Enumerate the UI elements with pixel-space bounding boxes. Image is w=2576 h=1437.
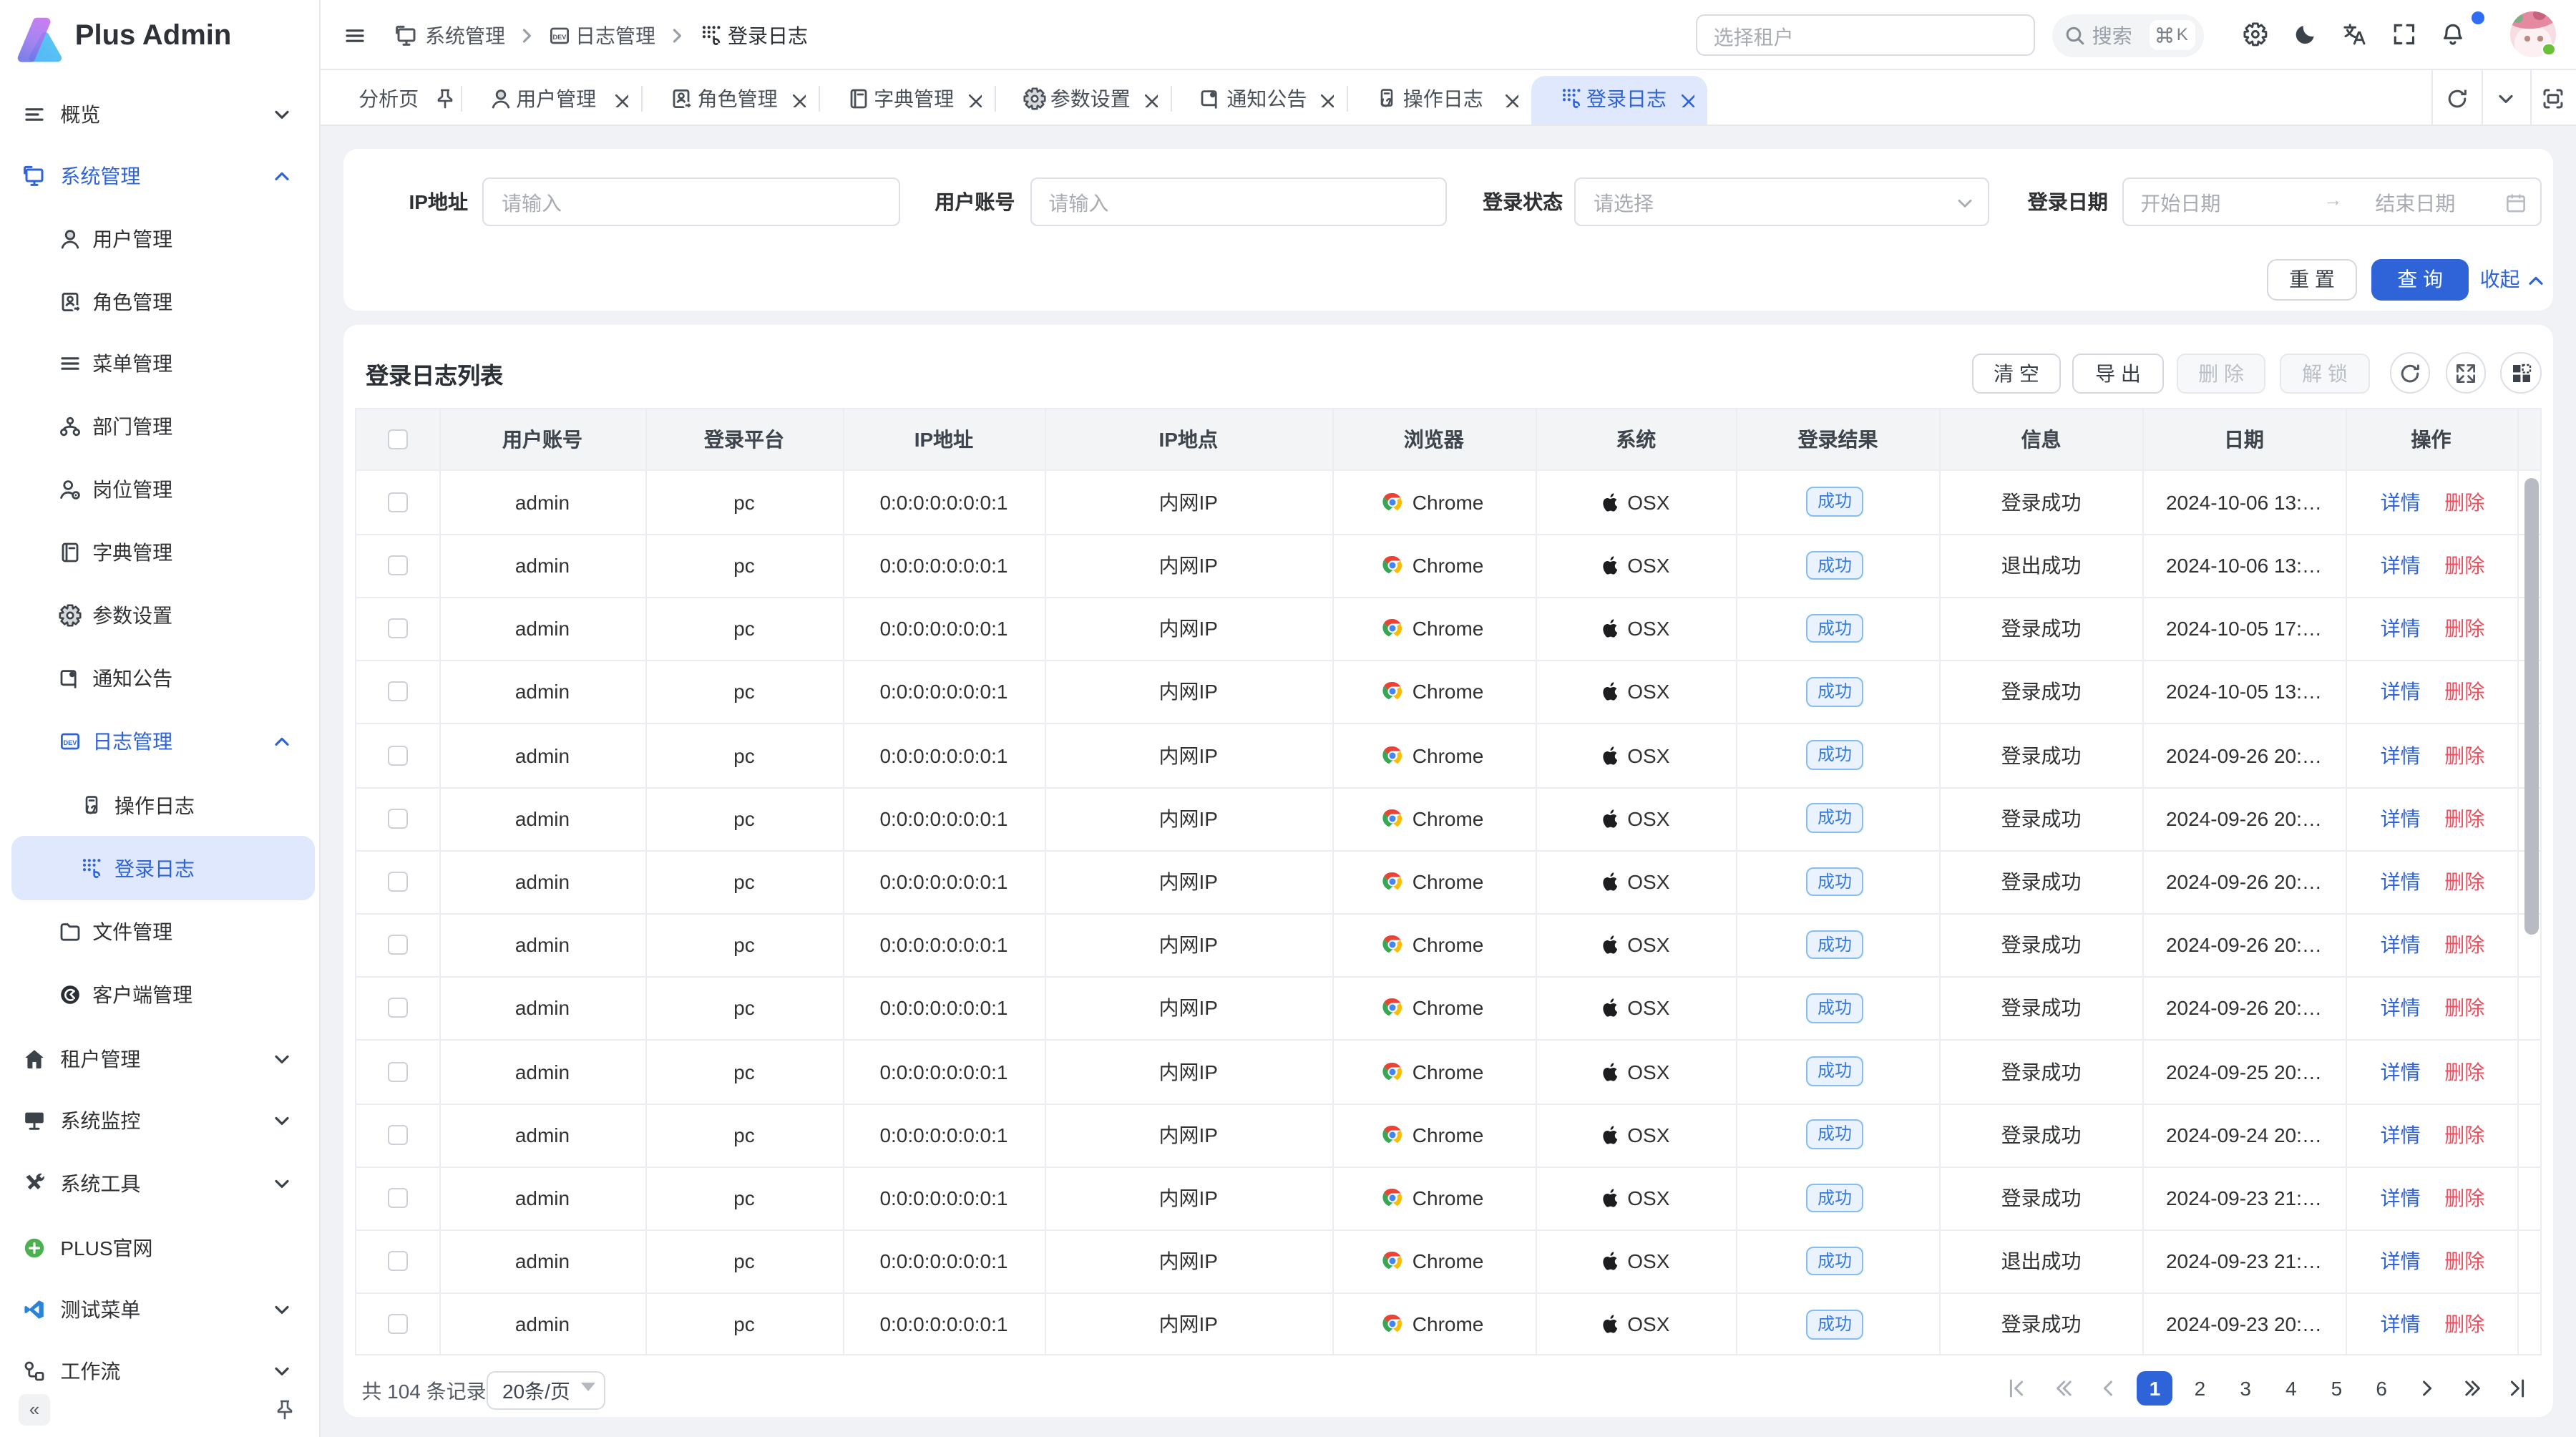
- svg-text:DEV: DEV: [553, 33, 567, 40]
- svg-text:DEV: DEV: [63, 739, 77, 746]
